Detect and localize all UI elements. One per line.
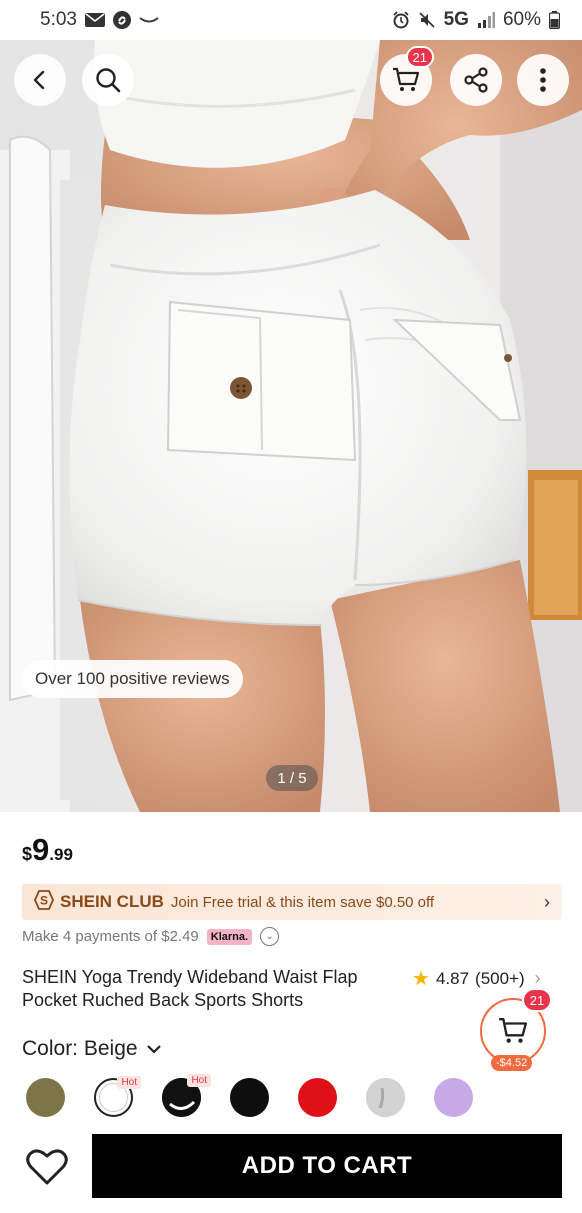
svg-text:S: S [40, 894, 48, 908]
swatch-red[interactable] [298, 1078, 337, 1117]
swatch-black-white[interactable]: Hot [162, 1074, 211, 1117]
floating-cart-discount: -$4.52 [491, 1055, 533, 1071]
share-button[interactable] [450, 54, 502, 106]
amazon-smile-icon [139, 15, 159, 25]
swatch-olive[interactable] [26, 1078, 65, 1117]
star-icon: ★ [412, 968, 430, 990]
price-currency: $ [22, 844, 33, 864]
product-gallery[interactable]: 21 Over 100 positive reviews 1 / 5 [0, 40, 582, 812]
swatch-white[interactable]: Hot [94, 1076, 141, 1117]
add-to-cart-button[interactable]: ADD TO CART [92, 1134, 562, 1198]
page-indicator: 1 / 5 [266, 765, 318, 791]
mute-icon [418, 11, 436, 29]
battery-percent: 60% [502, 9, 541, 30]
price-cents: .99 [49, 845, 73, 864]
status-time: 5:03 [40, 9, 77, 30]
wishlist-button[interactable] [24, 1144, 70, 1190]
club-offer-text: Join Free trial & this item save $0.50 o… [170, 893, 435, 911]
shein-club-banner[interactable]: S SHEIN CLUB Join Free trial & this item… [22, 884, 562, 920]
signal-icon [477, 12, 495, 28]
color-swatches: Hot Hot [26, 1074, 486, 1118]
chevron-down-circle-icon[interactable]: ⌄ [260, 927, 280, 946]
rating-value: 4.87 [435, 968, 470, 988]
review-count: (500+) [475, 968, 525, 988]
search-button[interactable] [82, 54, 134, 106]
club-s-icon: S [34, 890, 54, 914]
color-selector[interactable]: Color: Beige [22, 1037, 162, 1061]
status-left: 5:03 [40, 9, 159, 31]
heart-icon [26, 1149, 68, 1185]
search-icon [96, 68, 121, 93]
more-button[interactable] [517, 54, 569, 106]
reviews-badge: Over 100 positive reviews [22, 660, 243, 698]
cart-count-badge: 21 [405, 46, 434, 68]
product-price: $ 9 .99 [22, 832, 73, 868]
swatch-grey[interactable] [366, 1078, 405, 1117]
chevron-right-icon: › [534, 968, 541, 988]
cart-icon [393, 67, 420, 91]
chevron-down-icon [146, 1045, 161, 1054]
floating-cart-count: 21 [522, 988, 552, 1012]
color-label: Color: Beige [22, 1037, 138, 1060]
hot-badge: Hot [117, 1076, 141, 1089]
chevron-right-icon: › [544, 891, 550, 912]
back-arrow-icon [33, 70, 45, 90]
more-vertical-icon [540, 68, 546, 92]
klarna-row[interactable]: Make 4 payments of $2.49 Klarna. ⌄ [22, 927, 280, 946]
network-type: 5G [443, 9, 469, 30]
cart-icon [499, 1018, 528, 1043]
status-right: 5G 60% [392, 9, 560, 31]
product-rating[interactable]: ★ 4.87 (500+) › [412, 966, 541, 991]
hot-badge: Hot [187, 1074, 211, 1087]
alarm-icon [392, 11, 410, 29]
battery-icon [549, 11, 560, 29]
floating-cart-button[interactable]: 21 -$4.52 [480, 988, 552, 1071]
product-title: SHEIN Yoga Trendy Wideband Waist Flap Po… [22, 967, 358, 1010]
share-icon [464, 67, 488, 93]
shazam-icon [112, 11, 131, 29]
club-brand: SHEIN CLUB [60, 892, 164, 911]
swatch-black[interactable] [230, 1078, 269, 1117]
mail-icon [84, 13, 105, 27]
cart-button[interactable]: 21 [380, 46, 434, 106]
swatch-lilac[interactable] [434, 1078, 473, 1117]
price-main: 9 [32, 832, 50, 867]
status-bar: 5:03 5G 60% [0, 0, 582, 40]
klarna-logo: Klarna. [206, 928, 253, 945]
bottom-action-bar: ADD TO CART [0, 1130, 582, 1206]
back-button[interactable] [14, 54, 66, 106]
klarna-text: Make 4 payments of $2.49 [22, 928, 199, 945]
